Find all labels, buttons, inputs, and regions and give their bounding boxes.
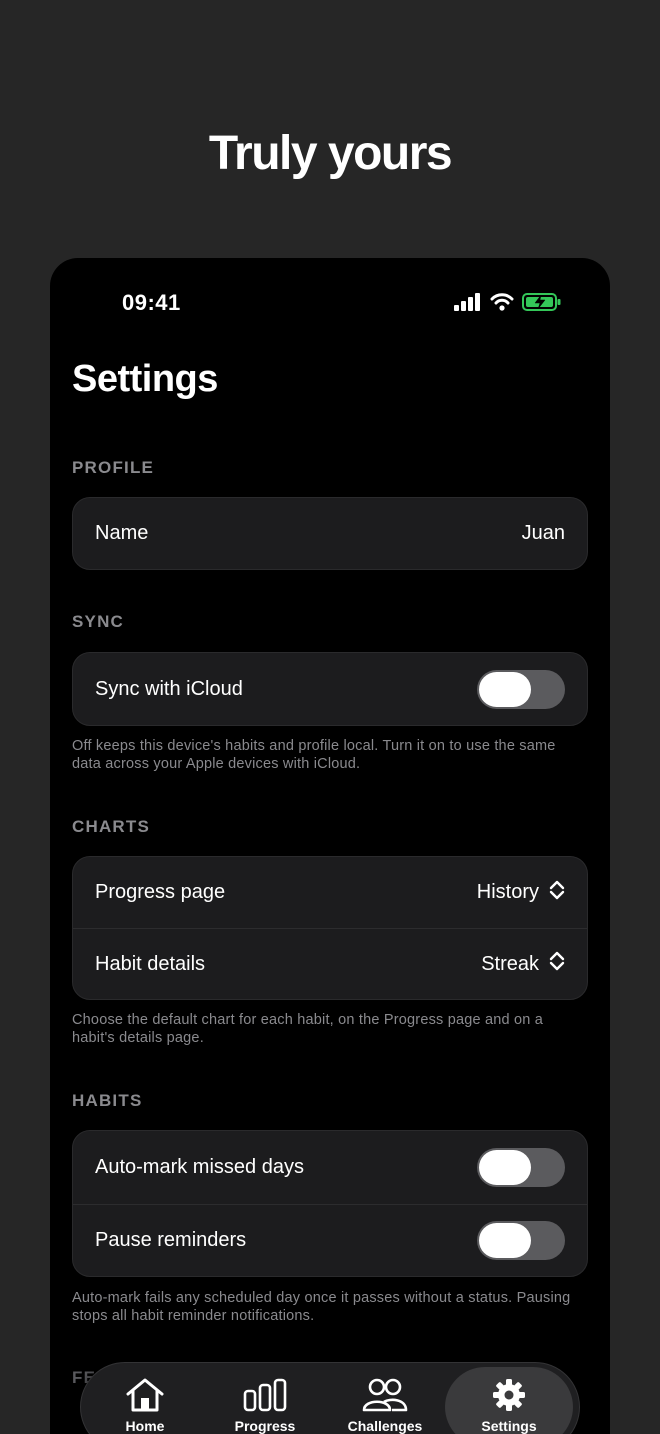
habit-details-value: Streak [481,952,539,975]
chevron-up-down-icon [549,951,565,977]
automark-toggle[interactable] [477,1148,565,1187]
chevron-up-down-icon [549,880,565,906]
section-label-profile: PROFILE [72,458,155,477]
section-label-sync: SYNC [72,612,125,631]
sync-icloud-label: Sync with iCloud [95,677,243,700]
habit-details-picker[interactable]: Streak [481,951,565,977]
tab-challenges-label: Challenges [347,1418,423,1434]
toggle-knob [479,1223,531,1258]
bars-icon [243,1377,287,1418]
pause-reminders-label: Pause reminders [95,1229,247,1251]
tab-settings-label: Settings [481,1418,537,1434]
tab-home[interactable]: Home [85,1367,205,1434]
sync-card: Sync with iCloud [72,652,588,726]
house-icon [125,1377,165,1418]
habit-details-row[interactable]: Habit details Streak [73,928,587,999]
progress-page-row[interactable]: Progress page History [73,857,587,928]
tab-home-label: Home [125,1418,165,1434]
page-title: Settings [72,358,218,400]
habits-card: Auto-mark missed days Pause reminders [72,1130,588,1277]
people-icon [362,1377,408,1418]
status-icons [454,292,562,317]
charts-card: Progress page History Habit details Stre… [72,856,588,1000]
phone-frame: 09:41 Settings PROFILE Name Juan SYNC Sy… [50,258,610,1434]
name-row[interactable]: Name Juan [73,498,587,569]
section-label-habits: HABITS [72,1091,143,1110]
status-bar: 09:41 [50,288,610,320]
profile-card: Name Juan [72,497,588,570]
progress-page-value: History [476,881,539,903]
progress-page-picker[interactable]: History [477,880,565,906]
charts-footnote: Choose the default chart for each habit,… [72,1012,544,1046]
habits-footnote: Auto-mark fails any scheduled day once i… [72,1290,571,1324]
sync-icloud-toggle[interactable] [477,669,565,709]
sync-icloud-row: Sync with iCloud [73,653,587,725]
progress-page-label: Progress page [95,881,226,903]
tab-progress-label: Progress [234,1418,296,1434]
status-time: 09:41 [122,290,181,315]
tab-challenges[interactable]: Challenges [325,1367,445,1434]
battery-charging-icon [522,292,562,317]
tab-progress[interactable]: Progress [205,1367,325,1434]
pause-reminders-row: Pause reminders [73,1204,587,1276]
tab-bar: Home Progress Challenges Settings [80,1362,580,1434]
name-label: Name [95,522,149,544]
gear-icon [491,1377,527,1418]
cellular-signal-icon [454,293,482,316]
toggle-knob [479,671,531,707]
tab-settings[interactable]: Settings [445,1367,573,1434]
hero-title: Truly yours [208,127,453,180]
automark-label: Auto-mark missed days [95,1156,304,1178]
pause-reminders-toggle[interactable] [477,1221,565,1260]
toggle-knob [479,1150,531,1185]
sync-footnote: Off keeps this device's habits and profi… [72,738,556,772]
name-value[interactable]: Juan [522,522,565,545]
habit-details-label: Habit details [95,952,206,975]
wifi-icon [490,293,514,316]
automark-row: Auto-mark missed days [73,1131,587,1204]
section-label-charts: CHARTS [72,817,151,836]
